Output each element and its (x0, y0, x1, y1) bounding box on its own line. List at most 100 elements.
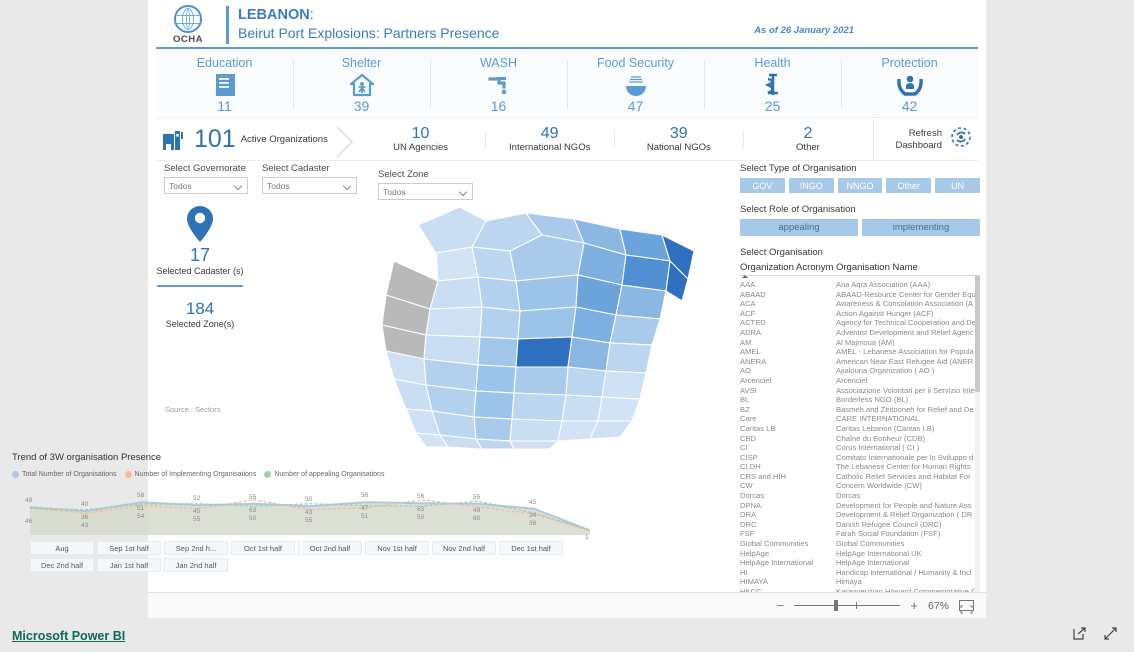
organisation-table-body[interactable]: AAA Ana Aqra Association (AAA) ABAAD ABAAD-… (740, 276, 980, 592)
organisation-row[interactable]: CISP Comitato Internationale per lo Svilu… (740, 453, 980, 463)
legend-item-total[interactable]: Total Number of Organisations (12, 471, 117, 478)
period-button[interactable]: Oct 2nd half (298, 541, 362, 555)
sector-card-wash[interactable]: WASH 16 (430, 52, 567, 117)
role-chip-appealing[interactable]: appealing (740, 219, 858, 236)
type-chip-nngo[interactable]: NNGO (837, 178, 883, 193)
trend-data-label: 50 (249, 514, 257, 522)
zoom-out-button[interactable]: − (777, 599, 785, 612)
period-button[interactable]: Dec 2nd half (30, 558, 94, 572)
org-type-value: 2 (803, 124, 813, 142)
organisation-row[interactable]: AVSI Associazione Volontari per il Serviz… (740, 386, 980, 396)
role-chip-implementing[interactable]: implementing (862, 219, 980, 236)
organisation-row[interactable]: BZ Basmeh and Zeitooneh for Relief and De (740, 405, 980, 415)
refresh-line-2: Dashboard (895, 139, 942, 151)
organisation-row[interactable]: AM Al Majmoua (AM) (740, 338, 980, 348)
organisation-row[interactable]: DRA Development & Relief Organization ( D… (740, 510, 980, 520)
period-button[interactable]: Oct 1st half (231, 541, 295, 555)
legend-item-implementing[interactable]: Number of Implementing Organisations (124, 471, 256, 478)
period-button[interactable]: Jan 1st half (97, 558, 161, 572)
sector-card-shelter[interactable]: Shelter 39 (293, 52, 430, 117)
sector-kpi-strip: Education 11 Shelter 39 WASH 16 Food Sec… (156, 52, 978, 118)
sector-card-protection[interactable]: Protection 42 (841, 52, 978, 117)
organisation-row[interactable]: HIMAYA Himaya (740, 577, 980, 587)
organisation-acronym: CLDH (740, 462, 761, 472)
type-of-organisation-slicer: GOV INGO NNGO Other UN (740, 178, 980, 193)
column-header-acronym[interactable]: Organization Acronym (740, 262, 836, 273)
fit-to-page-icon[interactable] (959, 600, 974, 614)
selected-zone-value: 184 (185, 299, 215, 318)
organisation-row[interactable]: CLDH The Lebanese Center for Human Rights (740, 462, 980, 472)
zoom-in-button[interactable]: + (910, 599, 918, 612)
chevron-down-icon (235, 182, 243, 190)
period-button[interactable]: Nov 1st half (365, 541, 429, 555)
governorate-dropdown[interactable]: Todos (164, 177, 248, 194)
type-chip-un[interactable]: UN (935, 178, 980, 193)
sector-card-education[interactable]: Education 11 (156, 52, 293, 117)
sector-card-health[interactable]: Health 25 (704, 52, 841, 117)
column-header-name[interactable]: Organisation Name (836, 262, 918, 273)
organisation-row[interactable]: Care CARE INTERNATIONAL (740, 414, 980, 424)
organisation-row[interactable]: CW Concern Worldwide (CW) (740, 481, 980, 491)
organisation-row[interactable]: AO Ajialouna Organization ( AO ) (740, 366, 980, 376)
chevron-right-icon (334, 125, 356, 158)
legend-item-appealing[interactable]: Number of appealing Organisations (264, 471, 384, 478)
period-button[interactable]: Nov 2nd half (432, 541, 496, 555)
sector-value: 47 (627, 98, 644, 114)
power-bi-brand-link[interactable]: Microsoft Power BI (12, 629, 125, 643)
scrollbar-thumb[interactable] (975, 276, 980, 392)
type-chip-other[interactable]: Other (886, 178, 932, 193)
organisation-row[interactable]: CBD Chaîne du Bonheur (CDB) (740, 434, 980, 444)
organisation-row[interactable]: Caritas LB Caritas Lebanon (Caritas LB) (740, 424, 980, 434)
organisation-row[interactable]: AMEL AMEL - Lebanese Association for Popu… (740, 347, 980, 357)
organisation-row[interactable]: HelpAge International HelpAge Internation… (740, 558, 980, 568)
trend-data-label: 55 (473, 493, 481, 501)
org-type-other[interactable]: 2 Other (743, 124, 872, 153)
choropleth-map[interactable] (290, 195, 700, 455)
organisation-name: Farah Social Foundation (FSF) (836, 529, 941, 539)
shelter-icon (349, 71, 374, 99)
organisation-row[interactable]: FSF Farah Social Foundation (FSF) (740, 529, 980, 539)
organisation-row[interactable]: ACF Action Against Hunger (ACF) (740, 309, 980, 319)
organisation-row[interactable]: Dorcas Dorcas (740, 491, 980, 501)
type-chip-gov[interactable]: GOV (740, 178, 785, 193)
period-button[interactable]: Sep 2nd h... (164, 541, 228, 555)
period-button[interactable]: Sep 1st half (97, 541, 161, 555)
share-icon[interactable] (1072, 626, 1087, 646)
organisation-acronym: AVSI (740, 385, 757, 395)
zoom-slider[interactable] (794, 600, 901, 611)
organisation-row[interactable]: CRS and HfH Catholic Relief Services and … (740, 472, 980, 482)
zoom-slider-thumb[interactable] (834, 600, 839, 611)
type-chip-ingo[interactable]: INGO (788, 178, 834, 193)
organisation-row[interactable]: ANERA American Near East Refugee Aid (ANE… (740, 357, 980, 367)
period-slicer[interactable]: Aug Sep 1st half Sep 2nd h... Oct 1st half O… (8, 541, 568, 572)
organisation-acronym: Care (740, 414, 757, 424)
organisation-row[interactable]: DPNA Development for People and Nature As… (740, 501, 980, 511)
organisation-table-scrollbar[interactable] (975, 276, 980, 592)
refresh-dashboard-button[interactable]: Refresh Dashboard (872, 119, 978, 160)
period-button[interactable]: Dec 1st half (499, 541, 563, 555)
cadaster-dropdown[interactable]: Todos (262, 177, 357, 194)
refresh-icon[interactable] (950, 126, 972, 153)
organisation-row[interactable]: CI Corus International ( CI ) (740, 443, 980, 453)
organisation-row[interactable]: ADRA Adventist Development and Relief Age… (740, 328, 980, 338)
organisation-row[interactable]: Global Communities Global Communities (740, 539, 980, 549)
org-type-international-ngos[interactable]: 49 International NGOs (485, 125, 614, 153)
organisation-row[interactable]: DRC Danish Refugee Council (DRC) (740, 520, 980, 530)
organisation-row[interactable]: ABAAD ABAAD-Resource Center for Gender Eq… (740, 290, 980, 300)
org-type-national-ngos[interactable]: 39 National NGOs (614, 125, 743, 153)
fullscreen-icon[interactable] (1103, 626, 1118, 646)
organisation-name: HelpAge International UK (836, 548, 922, 558)
organisation-row[interactable]: HelpAge HelpAge International UK (740, 549, 980, 559)
organisation-row[interactable]: Arcenciel Arcenciel (740, 376, 980, 386)
organisation-row[interactable]: ACTED Agency for Technical Cooperation an… (740, 318, 980, 328)
period-button[interactable]: Jan 2nd half (164, 558, 228, 572)
org-type-un-agencies[interactable]: 10 UN Agencies (356, 125, 485, 154)
period-button[interactable]: Aug (30, 541, 94, 555)
organisation-row[interactable]: ACA Awareness & Consolation Association (… (740, 299, 980, 309)
sector-card-food-security[interactable]: Food Security 47 (567, 52, 704, 117)
organisation-acronym: DRA (740, 510, 757, 520)
organisation-row[interactable]: AAA Ana Aqra Association (AAA) (740, 280, 980, 290)
trend-chart-plot[interactable]: 48 40 58 52 55 50 58 56 55 45 36 51 45 63 43 47 63 49 34 1 4… (25, 483, 590, 541)
organisation-row[interactable]: HI Handicap International / Humanity & In… (740, 568, 980, 578)
organisation-row[interactable]: BL Borderless NGO (BL) (740, 395, 980, 405)
